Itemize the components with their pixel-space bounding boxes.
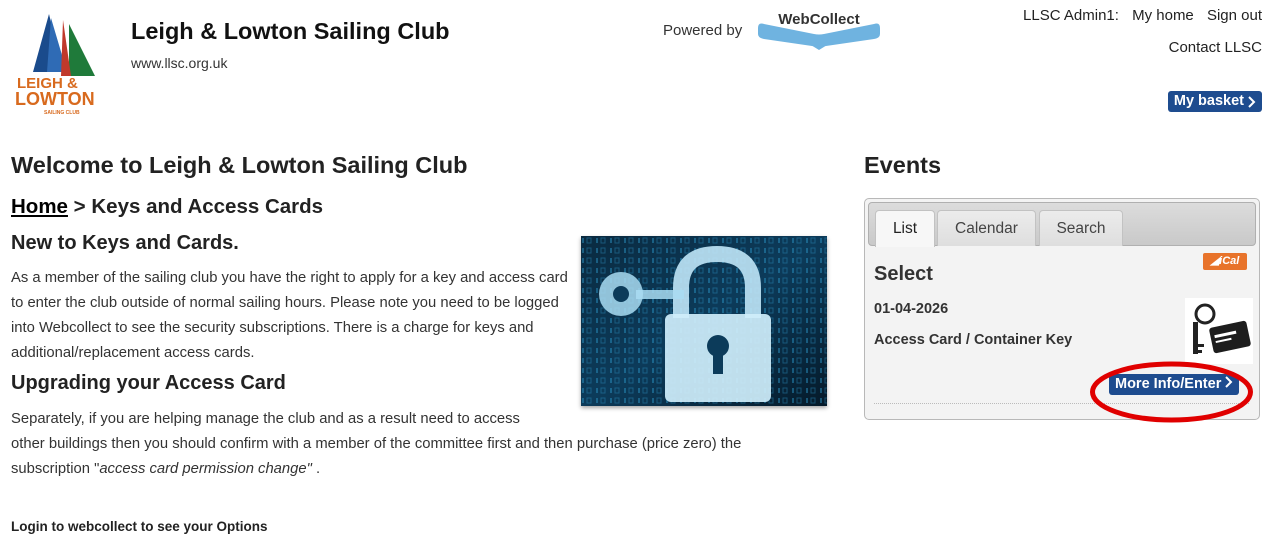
highlight-ellipse-annotation [1089, 360, 1254, 424]
padlock-key-icon [581, 236, 827, 406]
logo-text-line3: SAILING CLUB [44, 110, 80, 116]
club-url: www.llsc.org.uk [131, 55, 228, 71]
breadcrumb: Home > Keys and Access Cards [11, 195, 323, 219]
page-title: Welcome to Leigh & Lowton Sailing Club [11, 152, 468, 178]
my-home-link[interactable]: My home [1132, 7, 1194, 24]
breadcrumb-current: Keys and Access Cards [91, 195, 324, 218]
rss-icon: ◢ [1210, 255, 1220, 267]
section-text-upgrade: Separately, if you are helping manage th… [11, 407, 821, 482]
powered-by-label: Powered by [663, 22, 743, 39]
user-links: LLSC Admin1: My home Sign out [1023, 7, 1262, 24]
basket-label: My basket [1173, 93, 1244, 109]
ical-label: iCal [1219, 255, 1240, 267]
logo-text-line2: LOWTON [15, 89, 95, 109]
upgrade-text-end: . [311, 461, 321, 477]
upgrade-text-emphasis: access card permission change" [99, 461, 312, 477]
section-heading-new: New to Keys and Cards. [11, 232, 239, 254]
ical-button[interactable]: ◢iCal [1203, 253, 1247, 270]
webcollect-logo-text: WebCollect [778, 11, 859, 28]
chevron-right-icon [1248, 95, 1256, 108]
webcollect-logo[interactable]: WebCollect [756, 8, 882, 50]
section-heading-upgrade: Upgrading your Access Card [11, 372, 286, 394]
my-basket-button[interactable]: My basket [1167, 91, 1262, 112]
user-label: LLSC Admin1: [1023, 7, 1119, 24]
breadcrumb-home-link[interactable]: Home [11, 195, 68, 218]
tab-calendar[interactable]: Calendar [937, 210, 1036, 246]
event-date: 01-04-2026 [874, 301, 949, 317]
key-card-icon [1185, 298, 1253, 364]
club-name: Leigh & Lowton Sailing Club [131, 18, 450, 44]
section-text-new: As a member of the sailing club you have… [11, 270, 568, 361]
event-name[interactable]: Access Card / Container Key [874, 332, 1072, 348]
tab-list[interactable]: List [875, 210, 935, 247]
tab-search[interactable]: Search [1039, 210, 1123, 246]
upgrade-text-line1: Separately, if you are helping manage th… [11, 411, 520, 427]
events-select-heading: Select [874, 263, 933, 285]
login-note: Login to webcollect to see your Options [11, 519, 268, 534]
sign-out-link[interactable]: Sign out [1207, 7, 1262, 24]
club-logo[interactable]: LEIGH & LOWTON SAILING CLUB [11, 10, 116, 118]
breadcrumb-separator: > [73, 195, 86, 218]
events-tabbar: List Calendar Search [868, 202, 1256, 247]
events-title: Events [864, 152, 942, 178]
contact-link[interactable]: Contact LLSC [1169, 39, 1262, 56]
